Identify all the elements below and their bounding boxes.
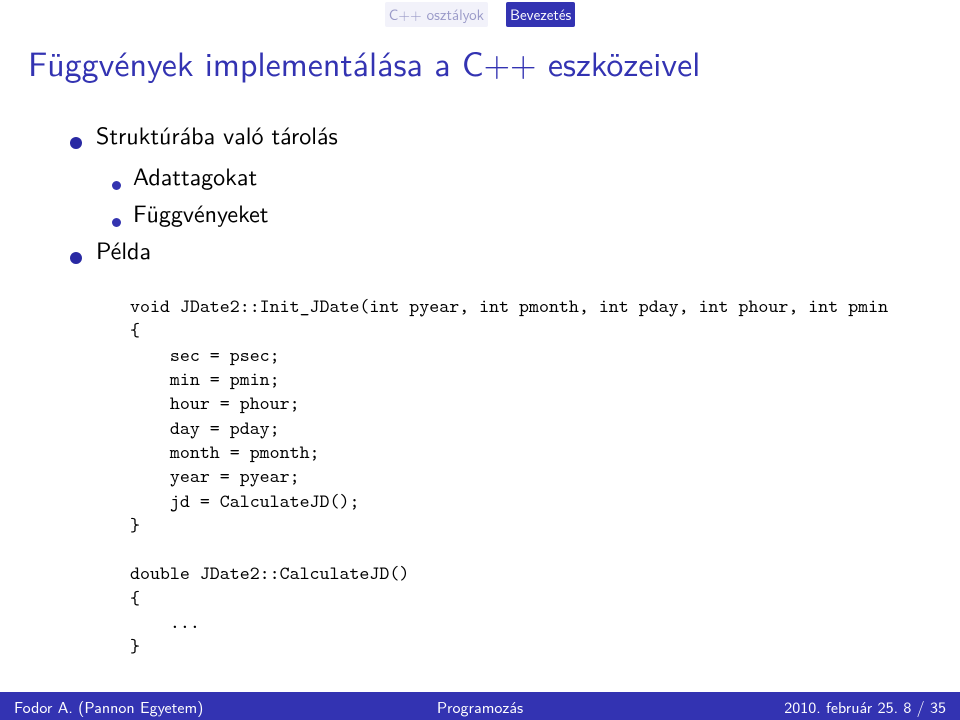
bullet-icon <box>112 181 121 190</box>
footer: Fodor A. (Pannon Egyetem) Programozás 20… <box>0 692 960 720</box>
bullet-icon <box>112 218 121 227</box>
footer-title: Programozás <box>325 695 636 718</box>
list-item: Függvényeket <box>112 195 890 230</box>
bullet-text: Példa <box>96 232 151 267</box>
content-area: Struktúrába való tárolás Adattagokat Füg… <box>0 117 960 660</box>
list-item: Struktúrába való tárolás <box>70 117 890 152</box>
breadcrumb: C++ osztályok Bevezetés <box>0 0 960 27</box>
nav-subsection[interactable]: Bevezetés <box>506 2 575 27</box>
bullet-text: Struktúrába való tárolás <box>96 117 338 152</box>
footer-author: Fodor A. (Pannon Egyetem) <box>14 695 325 718</box>
bullet-text: Függvényeket <box>133 195 268 230</box>
footer-page: 2010. február 25. 8 / 35 <box>635 695 946 718</box>
list-item: Példa <box>70 232 890 267</box>
bullet-text: Adattagokat <box>133 158 257 193</box>
page-title: Függvények implementálása a C++ eszközei… <box>0 27 960 117</box>
list-item: Adattagokat <box>112 158 890 193</box>
code-block: void JDate2::Init_JDate(int pyear, int p… <box>130 295 890 660</box>
nav-section[interactable]: C++ osztályok <box>385 2 488 27</box>
bullet-icon <box>70 137 82 149</box>
bullet-icon <box>70 252 82 264</box>
